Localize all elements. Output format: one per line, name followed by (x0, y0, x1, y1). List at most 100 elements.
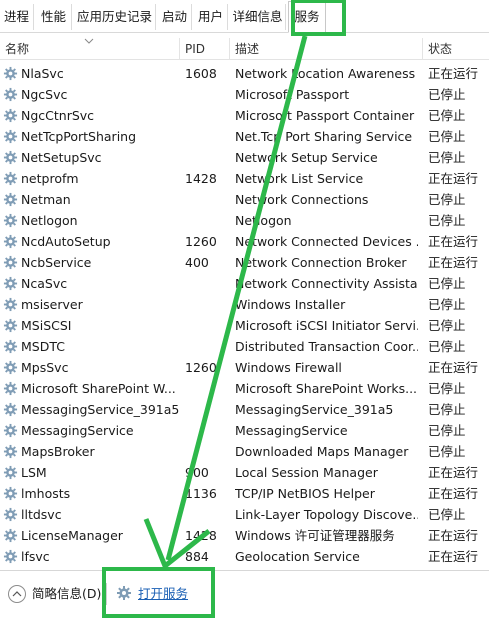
gear-icon (3, 255, 18, 270)
tab-users[interactable]: 用户 (194, 4, 228, 30)
service-description: Net.Tcp Port Sharing Service (235, 129, 413, 144)
service-status: 正在运行 (428, 66, 479, 81)
service-description: Geolocation Service (235, 549, 360, 564)
service-description: Network Setup Service (235, 150, 378, 165)
service-pid: 1428 (185, 171, 217, 186)
service-description: Microsoft iSCSI Initiator Servi... (235, 318, 418, 333)
tab-processes[interactable]: 进程 (0, 4, 34, 30)
table-row[interactable]: lltdsvc Link-Layer Topology Discove... 已停止 (0, 504, 489, 525)
table-row[interactable]: MessagingService_391a5 MessagingService_3… (0, 399, 489, 420)
service-pid (185, 210, 229, 231)
table-row[interactable]: NlaSvc 1608 Network Location Awareness 正在运行 (0, 63, 489, 84)
service-pid: 400 (185, 255, 209, 270)
service-name: LicenseManager (21, 528, 123, 543)
table-row[interactable]: Microsoft SharePoint W... Microsoft Share… (0, 378, 489, 399)
service-description: Network Location Awareness (235, 66, 416, 81)
tab-startup[interactable]: 启动 (158, 4, 192, 30)
column-description[interactable]: 描述 (230, 38, 423, 60)
gear-icon (3, 318, 18, 333)
service-status: 正在运行 (428, 234, 479, 249)
service-status: 已停止 (428, 444, 466, 459)
gear-icon (3, 87, 18, 102)
table-row[interactable]: NcbService 400 Network Connection Broker 正在… (0, 252, 489, 273)
table-row[interactable]: MSDTC Distributed Transaction Coor... 已停止 (0, 336, 489, 357)
service-name: NlaSvc (21, 66, 64, 81)
service-status: 已停止 (428, 213, 466, 228)
service-status: 已停止 (428, 423, 466, 438)
gear-icon (3, 549, 18, 564)
service-name: MapsBroker (21, 444, 95, 459)
service-pid: 1428 (185, 528, 217, 543)
table-row[interactable]: NetSetupSvc Network Setup Service 已停止 (0, 147, 489, 168)
tab-performance[interactable]: 性能 (36, 4, 72, 30)
collapse-button[interactable] (8, 585, 26, 603)
service-status: 正在运行 (428, 486, 479, 501)
service-name: Netman (21, 192, 71, 207)
service-description: Link-Layer Topology Discove... (235, 507, 418, 522)
tab-services[interactable]: 服务 (288, 1, 326, 33)
service-status: 正在运行 (428, 465, 479, 480)
table-row[interactable]: netprofm 1428 Network List Service 正在运行 (0, 168, 489, 189)
table-row[interactable]: NcdAutoSetup 1260 Network Connected Device… (0, 231, 489, 252)
service-status: 已停止 (428, 108, 466, 123)
service-name: NgcCtnrSvc (21, 108, 95, 123)
service-description: Downloaded Maps Manager (235, 444, 409, 459)
table-row[interactable]: MapsBroker Downloaded Maps Manager 已停止 (0, 441, 489, 462)
service-status: 已停止 (428, 129, 466, 144)
table-row[interactable]: Netman Network Connections 已停止 (0, 189, 489, 210)
table-row[interactable]: NetTcpPortSharing Net.Tcp Port Sharing Se… (0, 126, 489, 147)
service-status: 已停止 (428, 297, 466, 312)
service-name: lltdsvc (21, 507, 62, 522)
service-status: 已停止 (428, 150, 466, 165)
service-name: NetSetupSvc (21, 150, 102, 165)
table-row[interactable]: MSiSCSI Microsoft iSCSI Initiator Servi..… (0, 315, 489, 336)
service-description: MessagingService_391a5 (235, 402, 394, 417)
table-row[interactable]: NgcSvc Microsoft Passport 已停止 (0, 84, 489, 105)
service-status: 正在运行 (428, 255, 479, 270)
tab-app-history[interactable]: 应用历史记录 (74, 4, 156, 30)
service-pid (185, 147, 229, 168)
table-row[interactable]: msiserver Windows Installer 已停止 (0, 294, 489, 315)
table-row[interactable]: LicenseManager 1428 Windows 许可证管理器服务 正在运行 (0, 525, 489, 546)
table-row[interactable]: lfsvc 884 Geolocation Service 正在运行 (0, 546, 489, 567)
gear-icon (3, 297, 18, 312)
bottom-bar: 简略信息(D) 打开服务 (0, 570, 489, 618)
gear-icon (3, 66, 18, 81)
open-services-link[interactable]: 打开服务 (138, 584, 188, 604)
service-name: NcbService (21, 255, 92, 270)
service-status: 已停止 (428, 87, 466, 102)
service-pid (185, 189, 229, 210)
service-pid (185, 84, 229, 105)
service-name: netprofm (21, 171, 79, 186)
gear-icon (3, 171, 18, 186)
service-name: NgcSvc (21, 87, 68, 102)
service-description: Network Connected Devices ... (235, 234, 418, 249)
tab-details[interactable]: 详细信息 (230, 4, 286, 30)
service-list: NlaSvc 1608 Network Location Awareness 正在运行… (0, 63, 489, 567)
gear-icon (3, 423, 18, 438)
gear-icon (3, 528, 18, 543)
service-name: MessagingService (21, 423, 134, 438)
brief-info-button[interactable]: 简略信息(D) (32, 584, 101, 604)
table-row[interactable]: LSM 900 Local Session Manager 正在运行 (0, 462, 489, 483)
column-name[interactable]: 名称 (0, 38, 180, 60)
table-row[interactable]: NcaSvc Network Connectivity Assistant 已停止 (0, 273, 489, 294)
table-row[interactable]: Netlogon Netlogon 已停止 (0, 210, 489, 231)
table-row[interactable]: MessagingService MessagingService 已停止 (0, 420, 489, 441)
table-row[interactable]: NgcCtnrSvc Microsoft Passport Container 已停… (0, 105, 489, 126)
gear-icon (3, 276, 18, 291)
table-row[interactable]: MpsSvc 1260 Windows Firewall 正在运行 (0, 357, 489, 378)
column-pid[interactable]: PID (180, 38, 230, 60)
service-status: 正在运行 (428, 549, 479, 564)
service-name: lfsvc (21, 549, 50, 564)
gear-icon (3, 381, 18, 396)
table-row[interactable]: lmhosts 1136 TCP/IP NetBIOS Helper 正在运行 (0, 483, 489, 504)
gear-icon[interactable] (116, 585, 132, 601)
service-name: MSiSCSI (21, 318, 72, 333)
service-description: Windows Firewall (235, 360, 342, 375)
service-description: Microsoft Passport (235, 87, 350, 102)
service-pid: 1136 (185, 486, 217, 501)
service-name: msiserver (21, 297, 83, 312)
service-pid (185, 336, 229, 357)
column-status[interactable]: 状态 (423, 38, 489, 60)
